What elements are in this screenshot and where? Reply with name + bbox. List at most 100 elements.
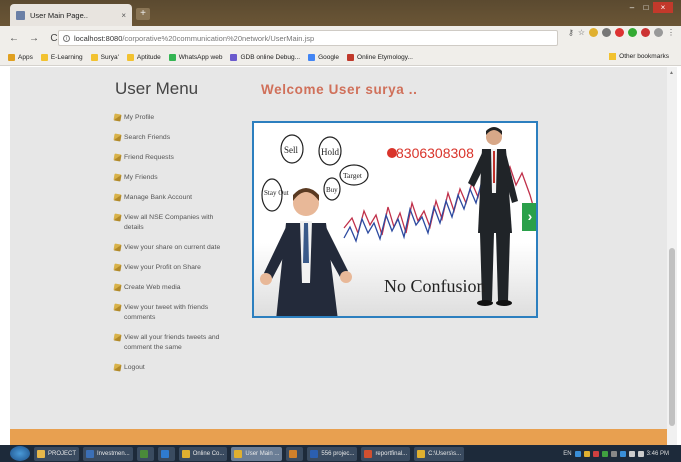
taskbar-button[interactable] <box>286 446 304 461</box>
maximize-button[interactable]: □ <box>639 2 653 13</box>
taskbar-button-label: C:\Users\s... <box>428 450 462 457</box>
banner-caption: No Confusion <box>384 276 486 296</box>
bookmark-item[interactable]: WhatsApp web <box>168 54 223 61</box>
extension-icon[interactable] <box>589 28 598 37</box>
menu-item-label[interactable]: Manage Bank Account <box>124 193 192 203</box>
tray-icon[interactable] <box>637 450 644 457</box>
menu-item[interactable]: Friend Requests <box>113 153 224 163</box>
scrollbar-thumb[interactable] <box>669 248 675 426</box>
language-indicator[interactable]: EN <box>563 451 571 457</box>
svg-text:Sell: Sell <box>284 145 299 155</box>
extension-icon[interactable] <box>628 28 637 37</box>
bookmark-star-icon[interactable]: ☆ <box>578 28 585 37</box>
banner-slideshow: Sell Hold Target Stay Out Buy 8306308308… <box>252 121 538 318</box>
app-icon <box>289 449 298 458</box>
address-bar[interactable]: i localhost:8080 /corporative%20communic… <box>58 30 558 46</box>
menu-item[interactable]: View your share on current date <box>113 243 224 253</box>
extension-icon[interactable] <box>615 28 624 37</box>
menu-item[interactable]: My Friends <box>113 173 224 183</box>
taskbar-button-label: User Main ... <box>245 450 280 457</box>
menu-item-label[interactable]: Search Friends <box>124 133 170 143</box>
tab-title: User Main Page.. <box>30 10 88 20</box>
other-bookmarks[interactable]: Other bookmarks <box>609 53 669 60</box>
taskbar-button[interactable]: PROJECT <box>34 446 80 461</box>
menu-item[interactable]: Logout <box>113 363 224 373</box>
new-tab-button[interactable]: + <box>136 8 150 20</box>
welcome-heading: Welcome User surya .. <box>261 82 418 97</box>
tray-icon[interactable] <box>592 450 599 457</box>
bookmark-item[interactable]: GDB online Debug... <box>230 54 300 61</box>
apps-grid-icon <box>8 54 15 61</box>
user-menu-title: User Menu <box>115 79 199 98</box>
menu-item[interactable]: View your Profit on Share <box>113 263 224 273</box>
clock[interactable]: 3:46 PM <box>647 451 669 457</box>
profile-icon[interactable] <box>654 28 663 37</box>
pencil-icon <box>113 303 122 312</box>
taskbar-button-label: 556 projec... <box>321 450 355 457</box>
chrome-menu-icon[interactable]: ⋮ <box>667 28 675 37</box>
menu-item-label[interactable]: View all your friends tweets and comment… <box>124 333 224 353</box>
taskbar-button[interactable]: 556 projec... <box>307 446 358 461</box>
taskbar-button[interactable]: Investmen... <box>83 446 133 461</box>
tray-icon[interactable] <box>574 450 581 457</box>
tab-close-icon[interactable]: × <box>121 11 126 20</box>
close-window-button[interactable]: × <box>653 2 673 13</box>
bookmark-item[interactable]: E-Learning <box>40 54 83 61</box>
menu-item[interactable]: Manage Bank Account <box>113 193 224 203</box>
user-menu: My Profile Search Friends Friend Requests M… <box>113 113 224 383</box>
menu-item-label[interactable]: Create Web media <box>124 283 181 293</box>
taskbar-button[interactable]: User Main ... <box>231 446 283 461</box>
bookmark-icon <box>126 54 134 61</box>
menu-item-label[interactable]: View your tweet with friends comments <box>124 303 224 323</box>
menu-item[interactable]: View all NSE Companies with details <box>113 213 224 233</box>
tray-icon[interactable] <box>619 450 626 457</box>
app-icon <box>181 449 190 458</box>
taskbar-button[interactable]: Online Co... <box>178 446 228 461</box>
bookmark-item[interactable]: Online Etymology... <box>347 54 413 61</box>
menu-item-label[interactable]: My Friends <box>124 173 158 183</box>
key-icon[interactable]: ⚷ <box>568 28 574 37</box>
minimize-button[interactable]: – <box>625 2 639 13</box>
bookmark-item[interactable]: Surya' <box>90 54 119 61</box>
menu-item[interactable]: View your tweet with friends comments <box>113 303 224 323</box>
menu-item[interactable]: Create Web media <box>113 283 224 293</box>
menu-item[interactable]: My Profile <box>113 113 224 123</box>
forward-button[interactable]: → <box>28 33 40 44</box>
pencil-icon <box>113 173 122 182</box>
tray-icon[interactable] <box>610 450 617 457</box>
browser-tab[interactable]: User Main Page.. × <box>10 4 132 26</box>
start-button[interactable] <box>10 446 30 461</box>
tray-icon[interactable] <box>601 450 608 457</box>
extension-icon[interactable] <box>641 28 650 37</box>
tray-icon[interactable] <box>628 450 635 457</box>
tray-icon[interactable] <box>583 450 590 457</box>
menu-item-label[interactable]: Friend Requests <box>124 153 174 163</box>
taskbar-button[interactable] <box>157 446 175 461</box>
menu-item-label[interactable]: My Profile <box>124 113 154 123</box>
bookmark-label: WhatsApp web <box>178 54 223 61</box>
taskbar-button[interactable]: reportfinal... <box>361 446 411 461</box>
back-button[interactable]: ← <box>8 33 20 44</box>
pencil-icon <box>113 193 122 202</box>
slideshow-next-button[interactable]: › <box>522 203 536 231</box>
pencil-icon <box>113 283 122 292</box>
taskbar-button[interactable] <box>136 446 154 461</box>
taskbar-button[interactable]: C:\Users\s... <box>414 446 465 461</box>
bookmark-item[interactable]: Google <box>308 54 339 61</box>
scroll-up-arrow-icon[interactable]: ▲ <box>669 70 674 76</box>
app-icon <box>37 449 45 458</box>
taskbar-button-label: Investmen... <box>97 450 130 457</box>
menu-item[interactable]: Search Friends <box>113 133 224 143</box>
bookmark-label: Google <box>318 54 340 61</box>
extension-icon[interactable] <box>602 28 611 37</box>
bookmark-item[interactable]: Apps <box>8 54 33 61</box>
menu-item-label[interactable]: View your share on current date <box>124 243 220 253</box>
bookmark-item[interactable]: Aptitude <box>126 54 161 61</box>
menu-item-label[interactable]: Logout <box>124 363 145 373</box>
menu-item[interactable]: View all your friends tweets and comment… <box>113 333 224 353</box>
menu-item-label[interactable]: View your Profit on Share <box>124 263 201 273</box>
menu-item-label[interactable]: View all NSE Companies with details <box>124 213 224 233</box>
other-bookmarks-label: Other bookmarks <box>619 53 669 60</box>
bookmarks-bar: Apps E-Learning Surya' Aptitude WhatsApp web… <box>0 50 681 66</box>
site-info-icon[interactable]: i <box>63 34 70 42</box>
